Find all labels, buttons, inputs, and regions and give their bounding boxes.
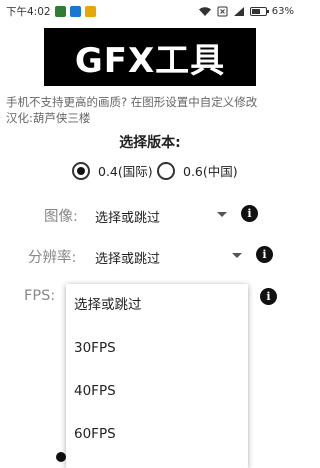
- app-screen: 下午4:02 63% GFX工具 手机不支持更高的画质? 在图形设置中自定义修改…: [0, 0, 300, 468]
- hint-text: 手机不支持更高的画质? 在图形设置中自定义修改 汉化:葫芦侠三楼: [6, 94, 296, 126]
- slider-handle[interactable]: [56, 452, 66, 462]
- battery-percent: 63%: [271, 5, 294, 17]
- fps-option-30[interactable]: 30FPS: [66, 327, 248, 370]
- radio-label: 0.4(国际): [98, 164, 153, 179]
- notification-app-icon: [54, 5, 66, 17]
- wifi-icon: [198, 6, 211, 16]
- sim-icon: [217, 6, 228, 16]
- fps-dropdown-menu: 选择或跳过 30FPS 40FPS 60FPS: [66, 284, 248, 468]
- status-bar: 下午4:02 63%: [0, 0, 300, 22]
- app-banner: GFX工具: [44, 28, 256, 86]
- version-title: 选择版本:: [119, 135, 181, 151]
- radio-label: 0.6(中国): [183, 164, 238, 179]
- notification-app-icon: [84, 5, 96, 17]
- info-icon[interactable]: i: [260, 288, 277, 305]
- fps-option-40[interactable]: 40FPS: [66, 370, 248, 413]
- resolution-dropdown[interactable]: 选择或跳过: [95, 248, 160, 267]
- notification-app-icon: [69, 5, 81, 17]
- chevron-down-icon[interactable]: [217, 212, 227, 217]
- status-right: 63%: [198, 6, 294, 17]
- status-left: 下午4:02: [6, 4, 96, 19]
- radio-button[interactable]: [72, 161, 90, 180]
- battery-icon: [249, 6, 269, 16]
- fps-label: FPS:: [24, 288, 56, 304]
- fps-option-skip[interactable]: 选择或跳过: [66, 284, 248, 327]
- radio-button[interactable]: [157, 161, 175, 180]
- graphics-row: 图像: 选择或跳过 i: [0, 200, 300, 230]
- chevron-down-icon[interactable]: [232, 253, 242, 258]
- hint-line: 手机不支持更高的画质? 在图形设置中自定义修改: [6, 95, 258, 109]
- info-icon[interactable]: i: [256, 246, 273, 263]
- graphics-dropdown[interactable]: 选择或跳过: [95, 207, 160, 226]
- resolution-row: 分辨率: 选择或跳过 i: [0, 241, 300, 271]
- graphics-label: 图像:: [44, 209, 78, 225]
- status-time: 下午4:02: [6, 5, 51, 18]
- fps-option-60[interactable]: 60FPS: [66, 413, 248, 456]
- info-icon[interactable]: i: [241, 205, 258, 222]
- resolution-label: 分辨率:: [28, 250, 77, 266]
- version-option-global[interactable]: 0.4(国际): [72, 161, 153, 180]
- signal-icon: [233, 6, 244, 16]
- battery-level: [251, 8, 260, 14]
- credit-line: 汉化:葫芦侠三楼: [6, 111, 91, 125]
- version-option-china[interactable]: 0.6(中国): [157, 161, 238, 180]
